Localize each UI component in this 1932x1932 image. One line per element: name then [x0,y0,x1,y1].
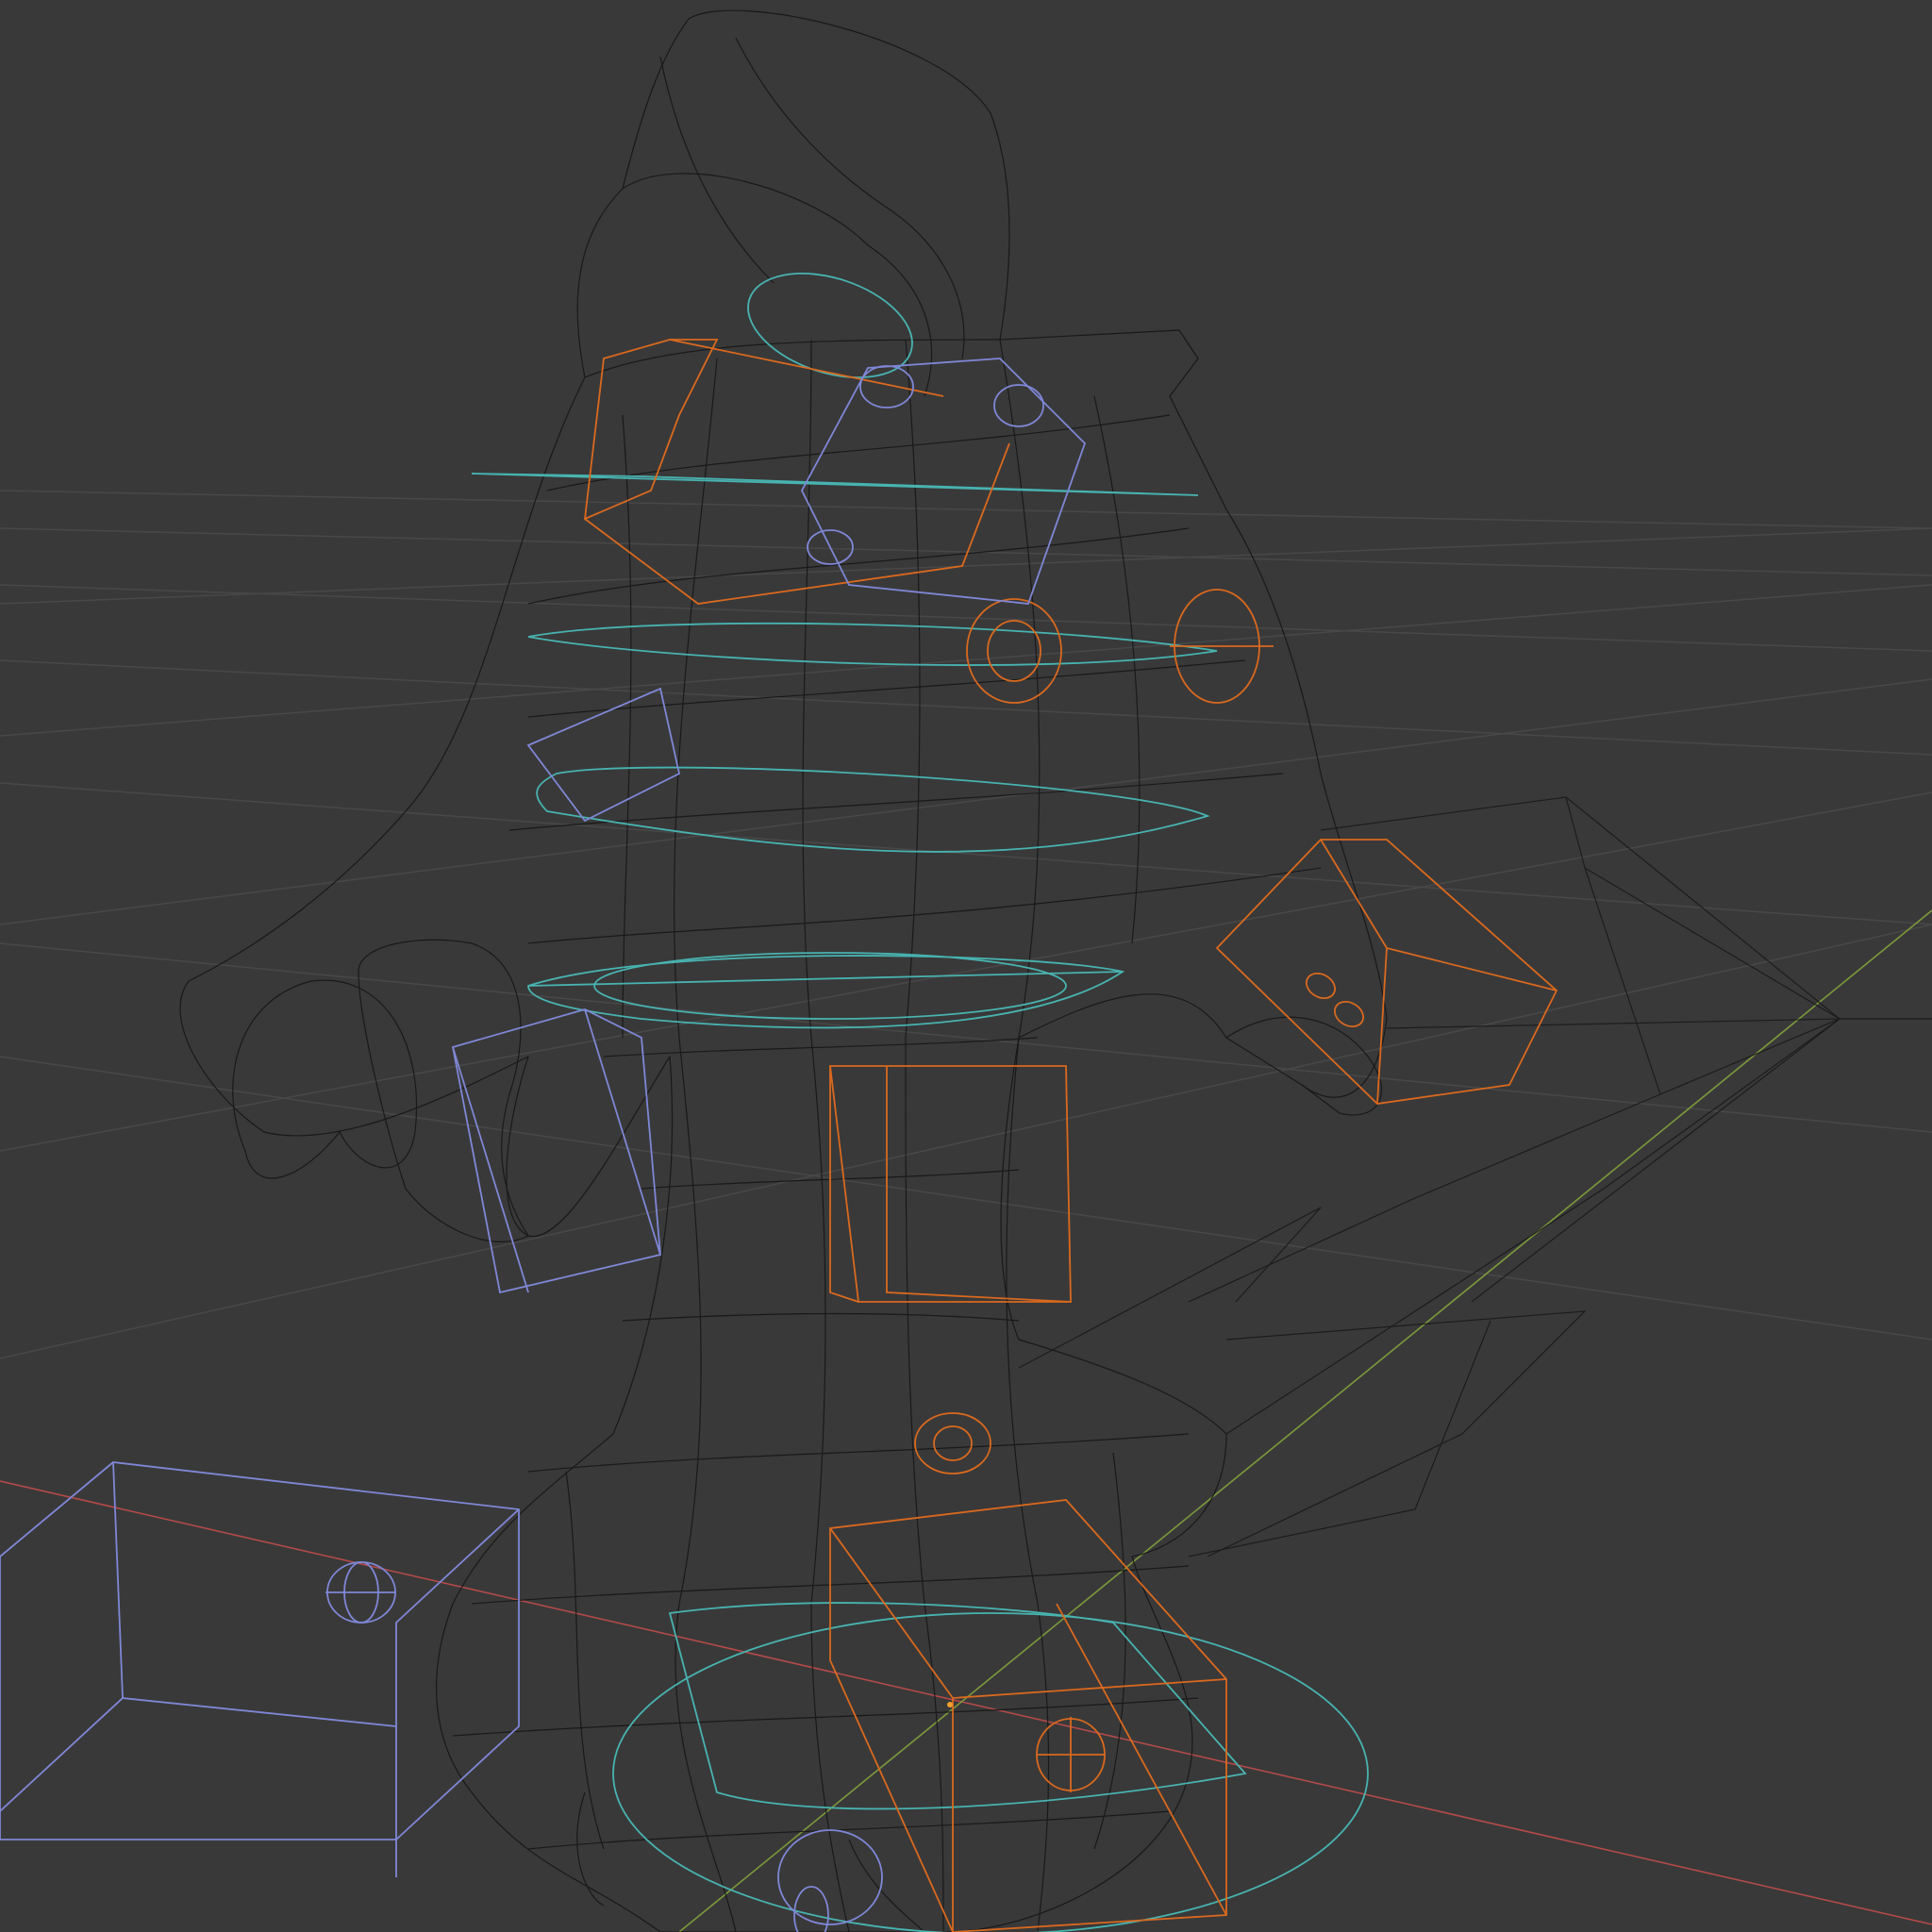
root-control-ring[interactable] [612,1612,1369,1932]
spine-mid-control[interactable] [536,766,1210,853]
origin-point[interactable] [947,1702,953,1707]
cyan-ring-controls[interactable] [471,255,1369,1932]
hip-inner-ring[interactable] [593,952,1067,1020]
character-mesh[interactable] [179,9,1388,1932]
foot-l-box-control[interactable] [0,1461,520,1840]
blue-box-controls[interactable] [0,358,1087,1932]
head-control-ring[interactable] [735,255,925,397]
shoulder-r-pivot[interactable] [966,598,1062,704]
foot-box-control[interactable] [829,1499,1227,1932]
hip-pivot-ring[interactable] [914,1412,991,1474]
orange-box-controls[interactable] [583,339,1558,1932]
x-axis-line [0,1480,1932,1925]
arm-l-bone-blue[interactable] [526,687,681,823]
floor-grid [0,490,1932,1359]
hip-control[interactable] [527,955,1125,1029]
3d-viewport[interactable] [0,0,1932,1932]
ik-target-lines [1018,796,1932,1557]
y-axis-line [678,909,1932,1932]
spine-upper-control[interactable] [527,622,1218,666]
chest-control-plane[interactable] [471,473,1199,496]
viewport-canvas[interactable] [0,0,1932,1932]
head-box-control[interactable] [583,339,719,521]
pelvis-control[interactable] [527,971,1124,987]
